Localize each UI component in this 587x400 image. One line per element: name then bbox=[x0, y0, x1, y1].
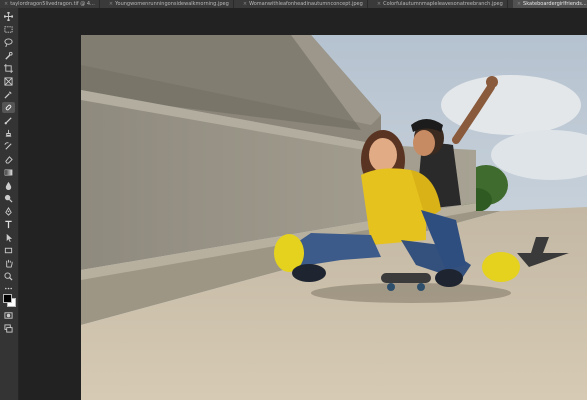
crop-tool[interactable] bbox=[2, 63, 15, 74]
document-tab-1[interactable]: × taylordragon5livedragon.tif @ 4... bbox=[0, 0, 100, 8]
shape-tool[interactable] bbox=[2, 245, 15, 256]
healing-brush-tool-icon bbox=[5, 104, 12, 111]
quick-selection-tool[interactable] bbox=[2, 50, 15, 61]
eraser-tool[interactable] bbox=[2, 154, 15, 165]
eyedropper-tool[interactable] bbox=[2, 89, 15, 100]
eyedropper-tool-icon bbox=[4, 91, 12, 99]
document-canvas[interactable] bbox=[81, 35, 587, 400]
frame-tool[interactable] bbox=[2, 76, 15, 87]
hand-tool-icon bbox=[6, 259, 13, 268]
document-tab-4[interactable]: × Colorfulautumnmapleleavesonatreebranch.… bbox=[373, 0, 508, 8]
tab-label: Colorfulautumnmapleleavesonatreebranch.j… bbox=[383, 1, 503, 7]
close-tab-icon[interactable]: × bbox=[4, 1, 8, 7]
clone-stamp-tool-icon bbox=[5, 129, 12, 137]
zoom-tool-icon bbox=[4, 272, 13, 281]
path-selection-tool[interactable] bbox=[2, 232, 15, 243]
screen-mode-toggle[interactable] bbox=[2, 323, 15, 334]
tab-label: taylordragon5livedragon.tif @ 4... bbox=[10, 1, 95, 7]
clone-stamp-tool[interactable] bbox=[2, 128, 15, 139]
document-tab-5-active[interactable]: × Skateboardergirlfriends... bbox=[512, 0, 587, 8]
type-tool[interactable] bbox=[2, 219, 15, 230]
photo-skateboarder-girlfriends bbox=[81, 35, 587, 400]
document-tab-2[interactable]: × Youngwomenrunningonsidewalkmorning.jpeg bbox=[105, 0, 234, 8]
tab-label: Skateboardergirlfriends... bbox=[523, 1, 587, 7]
screen-mode-icon bbox=[4, 324, 13, 333]
move-tool[interactable] bbox=[2, 11, 15, 22]
more-tools[interactable] bbox=[2, 283, 15, 294]
close-tab-icon[interactable]: × bbox=[109, 1, 113, 7]
healing-brush-tool[interactable] bbox=[2, 102, 15, 113]
quick-selection-tool-icon bbox=[5, 51, 13, 60]
quick-mask-toggle[interactable] bbox=[2, 310, 15, 321]
crop-tool-icon bbox=[4, 64, 13, 73]
tools-panel bbox=[0, 8, 19, 400]
pen-tool-icon bbox=[5, 207, 12, 216]
type-tool-icon bbox=[5, 220, 12, 229]
gradient-tool-icon bbox=[4, 169, 13, 176]
move-tool-icon bbox=[4, 12, 13, 21]
gradient-tool[interactable] bbox=[2, 167, 15, 178]
frame-tool-icon bbox=[4, 77, 13, 86]
blur-tool[interactable] bbox=[2, 180, 15, 191]
document-tab-bar: × taylordragon5livedragon.tif @ 4... × You… bbox=[0, 0, 587, 8]
zoom-tool[interactable] bbox=[2, 271, 15, 282]
close-tab-icon[interactable]: × bbox=[243, 1, 247, 7]
quick-mask-icon bbox=[4, 312, 13, 319]
blur-tool-icon bbox=[5, 181, 12, 190]
tab-label: Womanwithleafonheadinautumnconcept.jpeg bbox=[249, 1, 363, 7]
close-tab-icon[interactable]: × bbox=[517, 1, 521, 7]
lasso-tool-icon bbox=[4, 38, 13, 47]
close-tab-icon[interactable]: × bbox=[377, 1, 381, 7]
tab-label: Youngwomenrunningonsidewalkmorning.jpeg bbox=[115, 1, 229, 7]
pen-tool[interactable] bbox=[2, 206, 15, 217]
dodge-tool-icon bbox=[4, 194, 13, 203]
marquee-tool-icon bbox=[4, 26, 13, 33]
lasso-tool[interactable] bbox=[2, 37, 15, 48]
dodge-tool[interactable] bbox=[2, 193, 15, 204]
marquee-tool[interactable] bbox=[2, 24, 15, 35]
eraser-tool-icon bbox=[5, 156, 13, 164]
document-tab-3[interactable]: × Womanwithleafonheadinautumnconcept.jpeg bbox=[239, 0, 368, 8]
more-tools-icon bbox=[4, 287, 13, 290]
history-brush-tool[interactable] bbox=[2, 141, 15, 152]
history-brush-tool-icon bbox=[4, 142, 12, 150]
foreground-color-swatch[interactable] bbox=[3, 294, 12, 303]
shape-tool-icon bbox=[4, 247, 13, 254]
brush-tool-icon bbox=[4, 117, 12, 125]
hand-tool[interactable] bbox=[2, 258, 15, 269]
path-selection-tool-icon bbox=[6, 233, 13, 242]
brush-tool[interactable] bbox=[2, 115, 15, 126]
